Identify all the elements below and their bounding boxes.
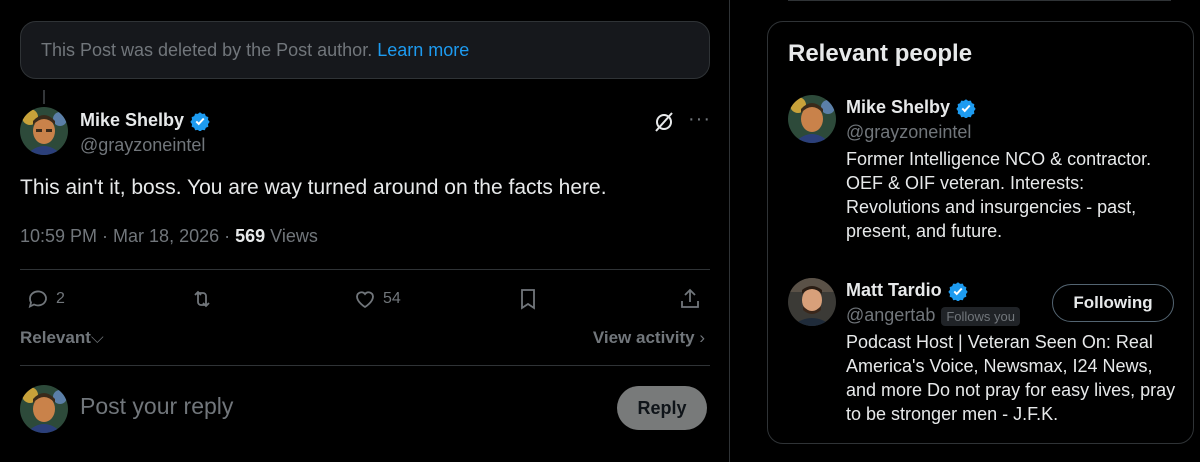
person-avatar[interactable] bbox=[788, 95, 836, 143]
repost-icon bbox=[194, 290, 210, 308]
views-label: Views bbox=[270, 226, 318, 246]
person-name[interactable]: Matt Tardio bbox=[846, 280, 942, 301]
avatar[interactable] bbox=[20, 107, 68, 155]
person-handle[interactable]: @grayzoneintel bbox=[846, 122, 1176, 143]
like-action-button[interactable]: 54 bbox=[353, 287, 401, 311]
repost-action-button[interactable] bbox=[190, 287, 214, 311]
post-timestamp[interactable]: 10:59 PM · Mar 18, 2026 · bbox=[20, 226, 235, 246]
reply-count: 2 bbox=[56, 290, 65, 307]
following-button[interactable]: Following bbox=[1052, 284, 1174, 322]
author-handle[interactable]: @grayzoneintel bbox=[80, 135, 210, 156]
sidebar-top-divider bbox=[788, 0, 1171, 1]
view-activity-label: View activity bbox=[592, 328, 695, 347]
deleted-post-notice: This Post was deleted by the Post author… bbox=[20, 21, 710, 79]
views-count: 569 bbox=[235, 226, 266, 246]
share-action-button[interactable] bbox=[678, 287, 702, 311]
verified-badge-icon bbox=[956, 98, 976, 118]
relevant-people-panel: Relevant people Mike Shelby @grayzoneint… bbox=[767, 21, 1194, 444]
more-options-icon[interactable]: ··· bbox=[688, 108, 711, 131]
share-icon bbox=[681, 288, 699, 308]
reply-avatar bbox=[20, 385, 68, 433]
bookmark-icon bbox=[521, 289, 535, 310]
learn-more-link[interactable]: Learn more bbox=[377, 40, 469, 60]
verified-badge-icon bbox=[948, 281, 968, 301]
follows-you-badge: Follows you bbox=[941, 306, 1020, 326]
reply-icon bbox=[28, 290, 47, 309]
person-bio: Podcast Host | Veteran Seen On: Real Ame… bbox=[846, 332, 1176, 424]
verified-badge-icon bbox=[190, 111, 210, 131]
bookmark-action-button[interactable] bbox=[516, 287, 540, 311]
sort-dropdown[interactable]: Relevant⌵ bbox=[20, 328, 104, 348]
reply-button[interactable]: Reply bbox=[617, 386, 707, 430]
person-avatar[interactable] bbox=[788, 278, 836, 326]
chevron-right-icon: › bbox=[699, 328, 705, 347]
view-activity-link[interactable]: View activity › bbox=[593, 328, 705, 348]
person-name[interactable]: Mike Shelby bbox=[846, 97, 950, 118]
panel-title: Relevant people bbox=[788, 40, 973, 67]
author-name[interactable]: Mike Shelby bbox=[80, 110, 184, 131]
person-card[interactable]: Mike Shelby @grayzoneintel Former Intell… bbox=[846, 97, 1176, 243]
like-count: 54 bbox=[383, 290, 401, 307]
main-column: This Post was deleted by the Post author… bbox=[0, 0, 730, 462]
deleted-notice-text: This Post was deleted by the Post author… bbox=[41, 40, 373, 60]
divider bbox=[20, 269, 710, 270]
post-text: This ain't it, boss. You are way turned … bbox=[20, 176, 607, 199]
thread-line bbox=[43, 90, 45, 104]
post-author: Mike Shelby @grayzoneintel bbox=[80, 110, 210, 156]
heart-icon bbox=[356, 291, 374, 309]
reply-input[interactable]: Post your reply bbox=[80, 393, 233, 420]
post-meta: 10:59 PM · Mar 18, 2026 · 569 Views bbox=[20, 226, 318, 247]
grok-icon[interactable] bbox=[652, 110, 676, 134]
divider bbox=[20, 365, 710, 366]
chevron-down-icon: ⌵ bbox=[90, 328, 104, 347]
person-handle-text[interactable]: @angertab bbox=[846, 305, 935, 325]
sort-label: Relevant bbox=[20, 328, 91, 347]
person-bio: Former Intelligence NCO & contractor. OE… bbox=[846, 149, 1152, 241]
reply-action-button[interactable]: 2 bbox=[26, 287, 65, 311]
